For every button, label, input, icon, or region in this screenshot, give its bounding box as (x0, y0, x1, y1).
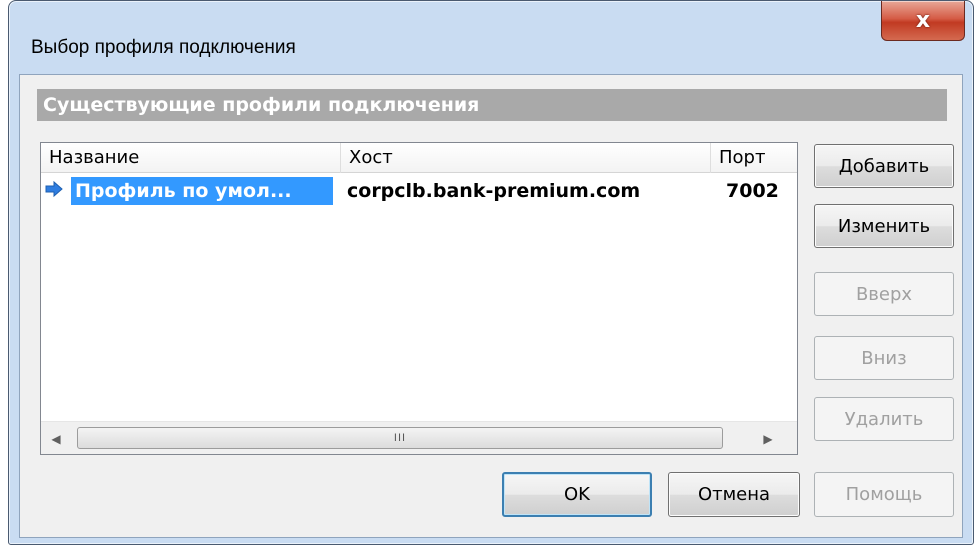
column-header-host[interactable]: Хост (341, 143, 711, 173)
move-down-button[interactable]: Вниз (814, 336, 954, 380)
cancel-button[interactable]: Отмена (668, 472, 800, 517)
horizontal-scrollbar[interactable]: ◀ III ▶ (41, 421, 797, 454)
close-icon: x (915, 8, 931, 33)
ok-button[interactable]: OK (502, 472, 652, 517)
section-header: Существующие профили подключения (37, 89, 947, 121)
dialog-client-area: Существующие профили подключения Названи… (19, 74, 963, 538)
column-header-port[interactable]: Порт (711, 143, 797, 173)
delete-button[interactable]: Удалить (814, 397, 954, 441)
close-button[interactable]: x (881, 1, 965, 41)
chevron-right-icon[interactable]: ▶ (753, 422, 783, 455)
help-button[interactable]: Помощь (814, 472, 954, 517)
cell-host: corpclb.bank-premium.com (347, 180, 641, 202)
chevron-left-icon[interactable]: ◀ (41, 422, 71, 455)
cell-profile-name[interactable]: Профиль по умол... (71, 177, 333, 205)
arrow-right-icon (45, 180, 65, 200)
edit-button[interactable]: Изменить (814, 204, 954, 248)
table-row[interactable]: Профиль по умол... corpclb.bank-premium.… (41, 174, 797, 208)
column-header-name[interactable]: Название (41, 143, 341, 173)
dialog-window: Выбор профиля подключения x Существующие… (8, 0, 974, 545)
list-header: Название Хост Порт (41, 143, 797, 173)
scrollbar-thumb[interactable]: III (77, 427, 723, 449)
move-up-button[interactable]: Вверх (814, 272, 954, 316)
profiles-list[interactable]: Название Хост Порт Профиль по умол... co… (40, 142, 798, 455)
cell-port: 7002 (726, 180, 779, 202)
dialog-title: Выбор профиля подключения (31, 37, 296, 58)
add-button[interactable]: Добавить (814, 144, 954, 188)
